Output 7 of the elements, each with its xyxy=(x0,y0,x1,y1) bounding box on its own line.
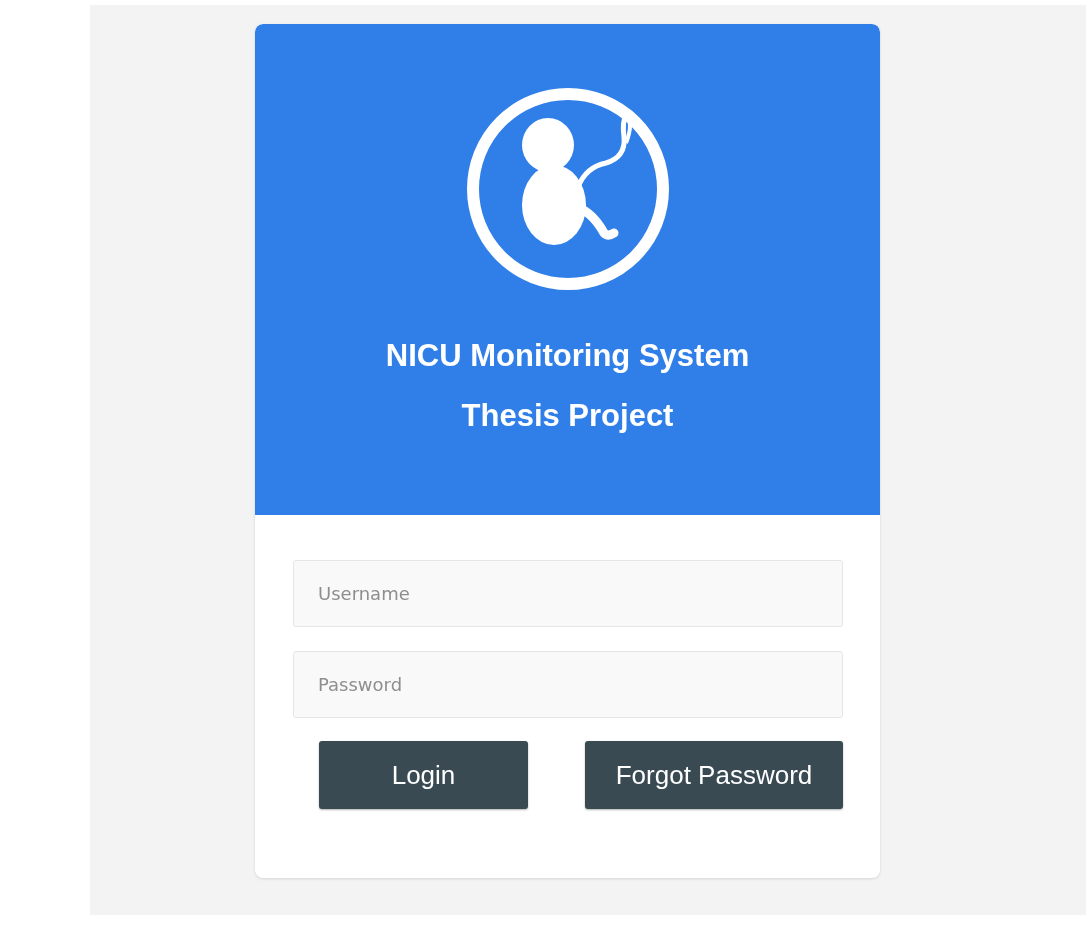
login-button[interactable]: Login xyxy=(319,741,528,809)
password-field[interactable]: Password xyxy=(293,651,843,718)
username-field[interactable]: Username xyxy=(293,560,843,627)
forgot-password-button[interactable]: Forgot Password xyxy=(585,741,843,809)
fetus-logo-icon xyxy=(465,87,670,291)
app-title: Thesis Project xyxy=(461,397,674,435)
app-title: NICU Monitoring System xyxy=(385,337,750,375)
